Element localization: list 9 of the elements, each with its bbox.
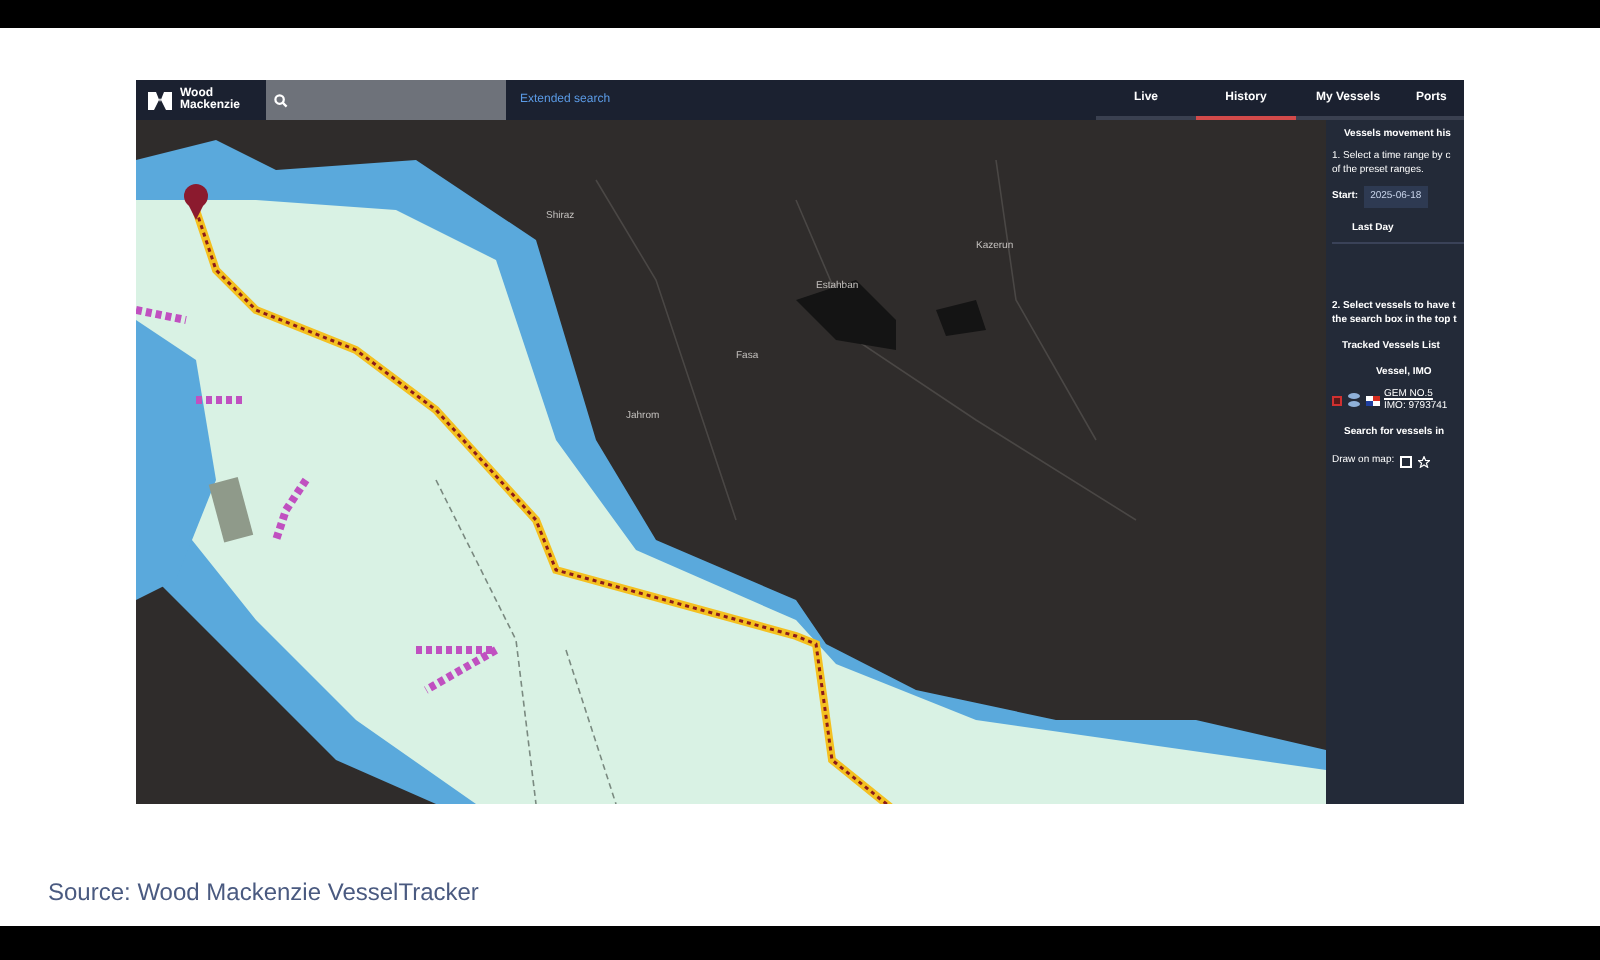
flag-icon	[1366, 395, 1380, 405]
eye-icon	[1346, 392, 1362, 408]
search-icon	[274, 93, 288, 107]
star-icon[interactable]	[1418, 455, 1431, 467]
vessel-checkbox[interactable]	[1332, 395, 1342, 405]
search-field[interactable]	[266, 80, 506, 120]
rectangle-icon[interactable]	[1400, 455, 1413, 467]
source-caption: Source: Wood Mackenzie VesselTracker	[48, 876, 481, 910]
logo-icon	[148, 91, 172, 109]
